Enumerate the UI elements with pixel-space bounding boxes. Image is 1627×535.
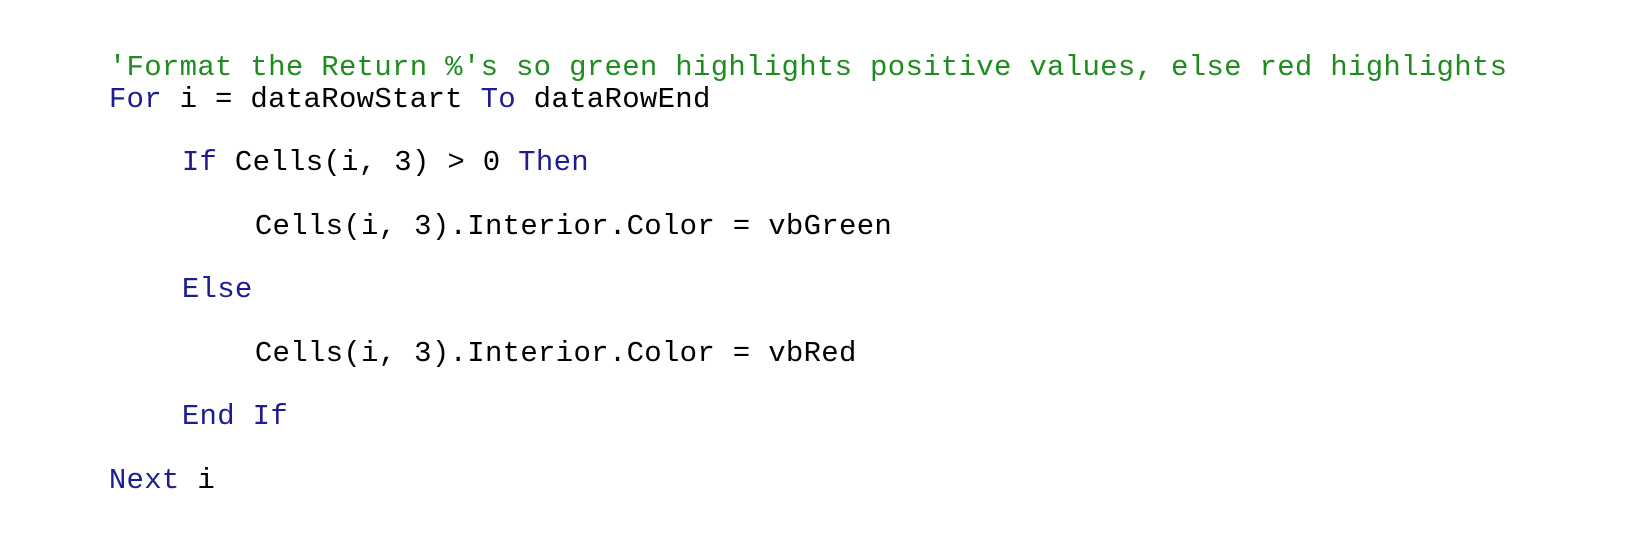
code-line-comment: 'Format the Return %'s so green highligh…	[38, 14, 1507, 84]
statement-set-red: Cells(i, 3).Interior.Color = vbRed	[254, 337, 857, 370]
code-line-set-green: Cells(i, 3).Interior.Color = vbGreen	[184, 173, 892, 243]
keyword-next: Next	[108, 464, 180, 497]
loop-variable: i	[179, 464, 216, 497]
code-editor[interactable]: 'Format the Return %'s so green highligh…	[38, 14, 1627, 505]
code-line-end-if: End If	[111, 363, 288, 433]
statement-set-green: Cells(i, 3).Interior.Color = vbGreen	[254, 210, 893, 243]
code-line-else: Else	[111, 236, 253, 306]
code-line-next: Next i	[38, 427, 215, 497]
code-line-if: If Cells(i, 3) > 0 Then	[111, 109, 589, 179]
code-line-for: For i = dataRowStart To dataRowEnd	[38, 46, 711, 116]
code-line-set-red: Cells(i, 3).Interior.Color = vbRed	[184, 300, 857, 370]
